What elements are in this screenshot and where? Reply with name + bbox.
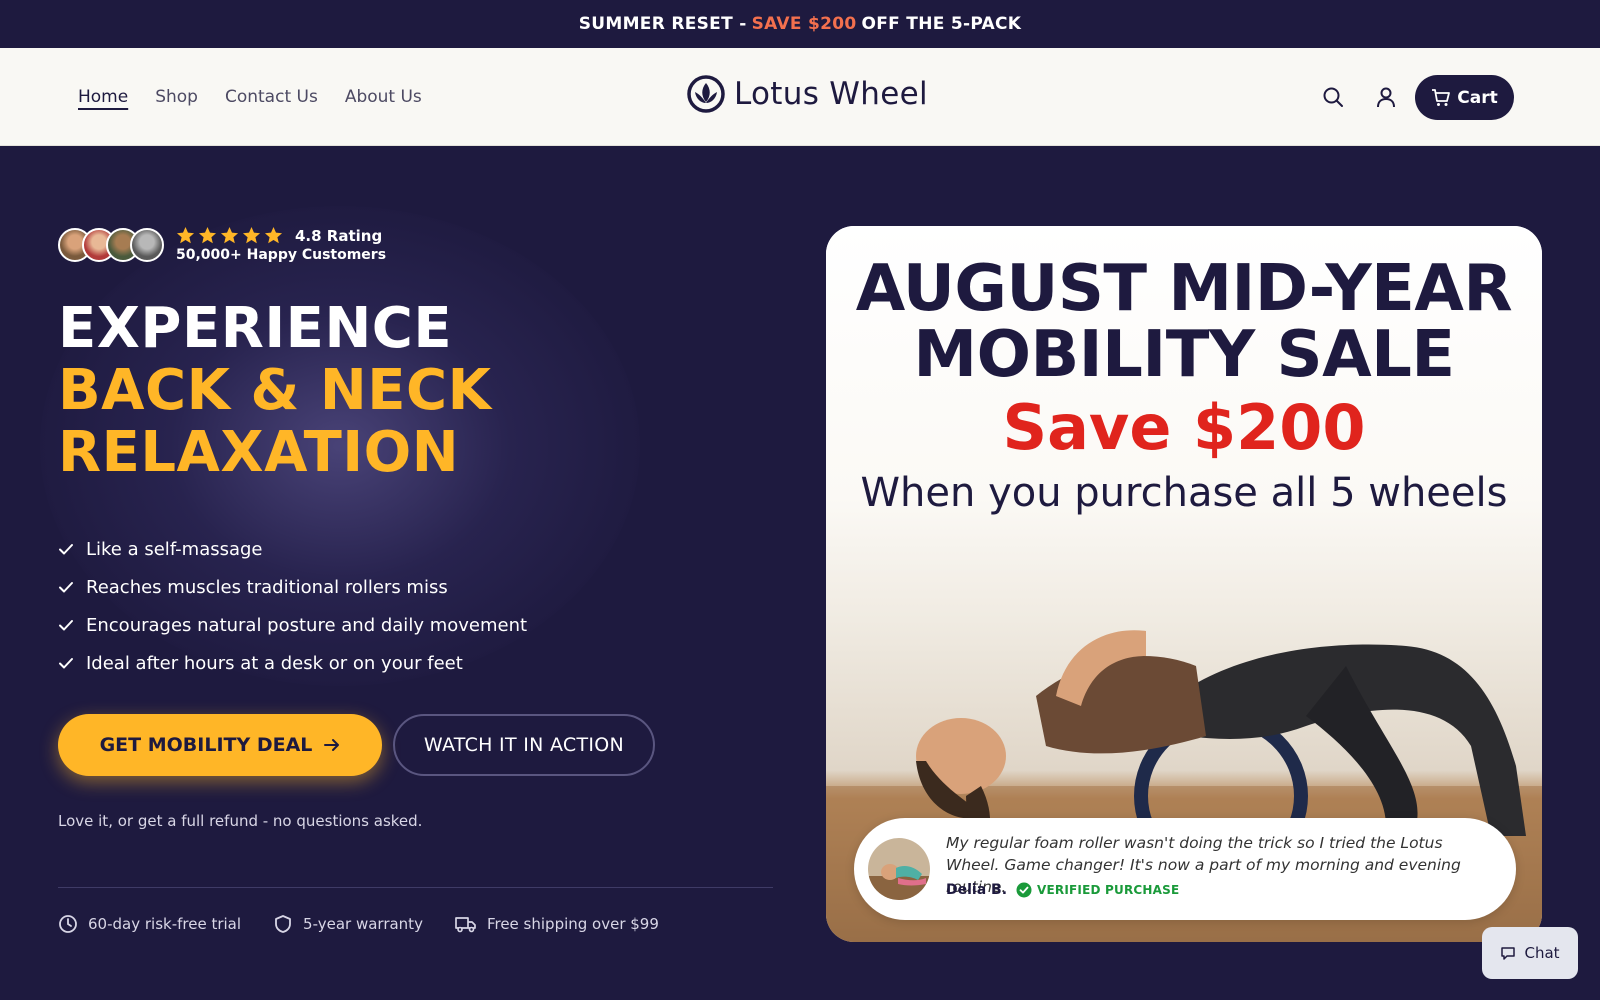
star-icon xyxy=(242,226,261,244)
hero-headline: EXPERIENCE BACK & NECK RELAXATION xyxy=(58,298,491,484)
list-item: Ideal after hours at a desk or on your f… xyxy=(58,644,527,682)
nav-home[interactable]: Home xyxy=(78,87,128,107)
review-meta: Delia B. VERIFIED PURCHASE xyxy=(946,882,1179,898)
trust-item-shipping: Free shipping over $99 xyxy=(455,914,659,934)
clock-icon xyxy=(59,915,77,933)
promo-subtitle: When you purchase all 5 wheels xyxy=(860,470,1508,516)
logo-text: Lotus Wheel xyxy=(734,76,928,112)
announcement-bar: SUMMER RESET - SAVE $200 OFF THE 5-PACK xyxy=(0,0,1600,48)
feature-list: Like a self-massage Reaches muscles trad… xyxy=(58,530,527,682)
verified-label: VERIFIED PURCHASE xyxy=(1037,883,1180,897)
feature-text: Reaches muscles traditional rollers miss xyxy=(86,576,448,598)
star-icon xyxy=(264,226,283,244)
trust-text: 60-day risk-free trial xyxy=(88,915,242,933)
logo[interactable]: Lotus Wheel xyxy=(686,74,928,114)
nav-shop[interactable]: Shop xyxy=(155,87,198,107)
star-rating: 4.8 Rating xyxy=(176,226,386,245)
main-nav: Home Shop Contact Us About Us xyxy=(78,48,422,146)
trust-item-warranty: 5-year warranty xyxy=(273,914,423,934)
refund-guarantee: Love it, or get a full refund - no quest… xyxy=(58,812,423,830)
watch-it-in-action-button[interactable]: WATCH IT IN ACTION xyxy=(393,714,655,776)
star-icon xyxy=(198,226,217,244)
chat-bubble-icon xyxy=(1501,946,1516,960)
promo-title-line-2: MOBILITY SALE xyxy=(913,318,1455,392)
arrow-right-icon xyxy=(324,739,340,751)
feature-text: Encourages natural posture and daily mov… xyxy=(86,614,528,636)
get-mobility-deal-button[interactable]: GET MOBILITY DEAL xyxy=(58,714,382,776)
trust-badges: 60-day risk-free trial 5-year warranty F… xyxy=(58,914,659,934)
cart-icon xyxy=(1432,88,1451,106)
feature-text: Like a self-massage xyxy=(86,538,263,560)
search-icon[interactable] xyxy=(1318,82,1348,112)
nav-about[interactable]: About Us xyxy=(345,87,422,107)
feature-text: Ideal after hours at a desk or on your f… xyxy=(86,652,463,674)
cart-label: Cart xyxy=(1457,87,1498,108)
check-icon xyxy=(59,658,73,669)
divider xyxy=(58,887,773,888)
announcement-suffix: OFF THE 5-PACK xyxy=(861,14,1022,34)
trust-text: Free shipping over $99 xyxy=(486,915,659,933)
chat-button[interactable]: Chat xyxy=(1482,927,1578,979)
verified-check-icon xyxy=(1016,882,1032,898)
chat-label: Chat xyxy=(1524,944,1560,962)
customer-count: 50,000+ Happy Customers xyxy=(176,247,387,263)
check-icon xyxy=(59,544,73,555)
promo-title: AUGUST MID-YEAR MOBILITY SALE xyxy=(826,256,1542,388)
check-icon xyxy=(59,620,73,631)
cart-button[interactable]: Cart xyxy=(1415,75,1514,120)
avatar xyxy=(130,227,164,262)
verified-badge: VERIFIED PURCHASE xyxy=(1016,882,1179,898)
list-item: Like a self-massage xyxy=(58,530,527,568)
review-card: My regular foam roller wasn't doing the … xyxy=(854,818,1516,920)
promo-title-line-1: AUGUST MID-YEAR xyxy=(855,252,1513,326)
reviewer-avatar xyxy=(868,838,930,900)
check-icon xyxy=(59,582,73,593)
trust-item-trial: 60-day risk-free trial xyxy=(58,914,241,934)
nav-contact[interactable]: Contact Us xyxy=(225,87,318,107)
account-icon[interactable] xyxy=(1371,82,1401,112)
headline-line-3: RELAXATION xyxy=(58,420,460,485)
headline-line-1: EXPERIENCE xyxy=(58,296,453,361)
list-item: Encourages natural posture and daily mov… xyxy=(58,606,527,644)
shield-icon xyxy=(275,915,291,933)
truck-icon xyxy=(455,917,476,933)
headline-line-2: BACK & NECK xyxy=(58,358,492,423)
lotus-logo-icon xyxy=(687,75,725,113)
announcement-prefix: SUMMER RESET - xyxy=(578,14,747,34)
hero-section: 4.8 Rating 50,000+ Happy Customers EXPER… xyxy=(0,146,1600,1000)
list-item: Reaches muscles traditional rollers miss xyxy=(58,568,527,606)
star-icon xyxy=(220,226,239,244)
rating-value: 4.8 Rating xyxy=(295,226,383,245)
reviewer-name: Delia B. xyxy=(946,882,1008,898)
star-icon xyxy=(176,226,195,244)
customer-avatars xyxy=(58,227,164,262)
rating-text: 4.8 Rating 50,000+ Happy Customers xyxy=(176,226,387,264)
announcement-highlight: SAVE $200 xyxy=(751,14,857,34)
promo-card: AUGUST MID-YEAR MOBILITY SALE Save $200 … xyxy=(826,226,1542,942)
cta-label: GET MOBILITY DEAL xyxy=(99,734,313,756)
promo-save: Save $200 xyxy=(1002,391,1366,464)
site-header: Home Shop Contact Us About Us Lotus Whee… xyxy=(0,48,1600,146)
trust-text: 5-year warranty xyxy=(303,915,423,933)
rating-block: 4.8 Rating 50,000+ Happy Customers xyxy=(58,226,386,263)
